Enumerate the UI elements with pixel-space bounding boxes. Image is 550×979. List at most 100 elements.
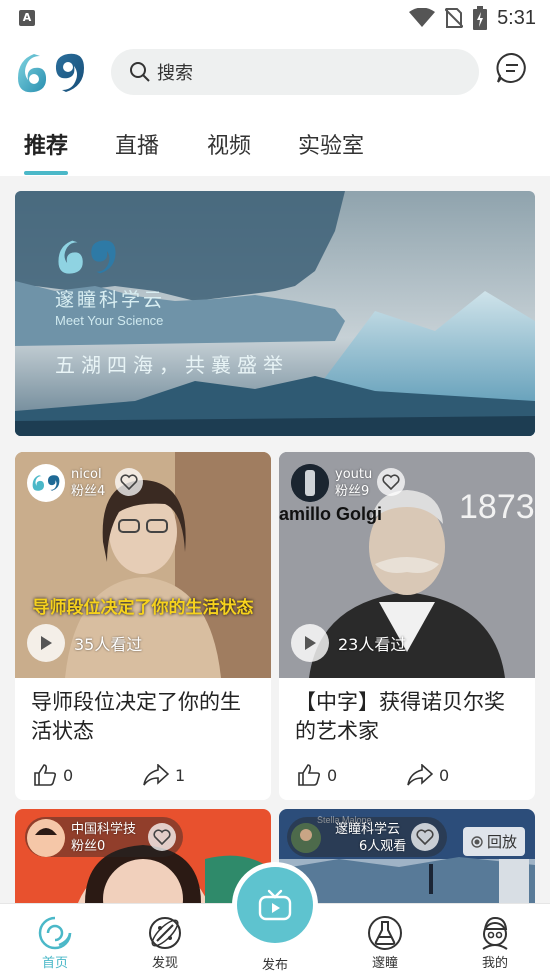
banner-logo — [58, 240, 116, 274]
banner-slogan: 五湖四海，共襄盛举 — [55, 353, 289, 377]
author-info[interactable]: nicol 粉丝4 — [27, 462, 105, 504]
play-icon — [305, 636, 316, 650]
heart-icon — [120, 474, 138, 490]
author-name: nicol — [71, 467, 102, 482]
message-icon[interactable] — [496, 52, 528, 84]
author-info[interactable]: 中国科学技 粉丝0 — [27, 817, 136, 859]
clock: 5:31 — [497, 6, 536, 29]
author-fans: 粉丝9 — [335, 484, 370, 499]
heart-icon — [382, 474, 400, 490]
tab-recommend[interactable]: 推荐 — [24, 128, 68, 160]
view-count: 23人看过 — [291, 624, 406, 662]
banner-subtitle: Meet Your Science — [55, 313, 164, 328]
tab-lab[interactable]: 实验室 — [298, 128, 364, 160]
favorite-button[interactable] — [377, 468, 405, 496]
play-icon — [41, 636, 52, 650]
author-name: 邃瞳科学云 — [335, 822, 401, 837]
heart-icon — [153, 829, 171, 845]
search-placeholder: 搜索 — [157, 63, 193, 84]
view-count: 35人看过 — [27, 624, 142, 662]
video-card[interactable]: 中国科学技 粉丝0 — [15, 809, 271, 903]
video-thumbnail[interactable]: 1873 amillo Golgi youtu 粉丝9 23人看过 — [279, 452, 535, 678]
video-thumbnail[interactable]: 中国科学技 粉丝0 — [15, 809, 271, 903]
nav-suitong[interactable]: 邃瞳 — [345, 914, 425, 971]
nav-home[interactable]: 首页 — [15, 914, 95, 971]
flask-icon — [368, 916, 402, 950]
avatar[interactable] — [291, 464, 329, 502]
thumbs-up-icon — [298, 764, 321, 786]
video-caption-overlay: 导师段位决定了你的生活状态 — [32, 598, 254, 618]
avatar[interactable] — [27, 464, 65, 502]
avatar[interactable] — [27, 819, 65, 857]
author-info[interactable]: 邃瞳科学云 6人观看 — [291, 817, 406, 859]
tab-video[interactable]: 视频 — [207, 128, 251, 160]
like-button[interactable]: 0 — [33, 764, 143, 786]
favorite-button[interactable] — [148, 823, 176, 851]
nav-suitong-label: 邃瞳 — [371, 956, 398, 971]
video-title[interactable]: 【中字】获得诺贝尔奖的艺术家 — [279, 678, 535, 752]
tv-icon — [258, 889, 292, 921]
banner-carousel[interactable]: 邃瞳科学云 Meet Your Science 五湖四海，共襄盛举 — [15, 191, 535, 436]
share-count: 1 — [175, 765, 186, 785]
share-button[interactable]: 0 — [407, 764, 517, 786]
active-tab-indicator — [24, 171, 68, 175]
replay-badge: 回放 — [462, 827, 525, 856]
nav-profile[interactable]: 我的 — [455, 914, 535, 971]
author-name: 中国科学技 — [71, 822, 137, 837]
heart-icon — [416, 829, 434, 845]
like-count: 0 — [63, 765, 74, 785]
nav-profile-label: 我的 — [481, 956, 508, 971]
publish-button[interactable] — [237, 867, 313, 943]
share-count: 0 — [439, 765, 450, 785]
play-button[interactable] — [27, 624, 65, 662]
profile-icon — [482, 916, 508, 950]
video-thumbnail[interactable]: Stella Malone 邃瞳科学云 6人观看 回放 — [279, 809, 535, 903]
like-count: 0 — [327, 765, 338, 785]
discover-icon — [149, 917, 181, 949]
play-button[interactable] — [291, 624, 329, 662]
nav-home-label: 首页 — [41, 956, 68, 971]
share-icon — [407, 764, 433, 786]
share-button[interactable]: 1 — [143, 764, 253, 786]
app-header: 搜索 推荐 直播 视频 实验室 — [0, 38, 550, 176]
view-count-text: 35人看过 — [74, 635, 143, 654]
image-text-year: 1873 — [459, 488, 535, 526]
nav-publish-label: 发布 — [261, 958, 288, 973]
replay-label: 回放 — [486, 833, 517, 851]
video-card[interactable]: 1873 amillo Golgi youtu 粉丝9 23人看过 【中字】获得… — [279, 452, 535, 800]
share-icon — [143, 764, 169, 786]
author-fans: 粉丝4 — [71, 484, 106, 499]
record-icon — [471, 835, 483, 848]
wifi-icon — [409, 8, 436, 27]
app-logo[interactable] — [14, 50, 88, 96]
video-stats: 0 1 — [15, 752, 271, 798]
favorite-button[interactable] — [411, 823, 439, 851]
video-card[interactable]: Stella Malone 邃瞳科学云 6人观看 回放 — [279, 809, 535, 903]
notification-icon: A — [19, 10, 35, 26]
no-sim-icon — [445, 8, 464, 28]
battery-icon — [473, 6, 488, 30]
video-thumbnail[interactable]: 导师段位决定了你的生活状态 nicol 粉丝4 35人看过 — [15, 452, 271, 678]
like-button[interactable]: 0 — [297, 764, 407, 786]
search-bar[interactable]: 搜索 — [111, 49, 479, 95]
tab-live[interactable]: 直播 — [115, 128, 159, 160]
status-bar: A 5:31 — [0, 0, 550, 38]
view-count-text: 23人看过 — [338, 635, 407, 654]
avatar[interactable] — [291, 823, 321, 853]
search-icon — [130, 62, 150, 82]
banner-title: 邃瞳科学云 — [55, 289, 166, 311]
author-fans: 粉丝0 — [71, 839, 106, 854]
category-tabs: 推荐 直播 视频 实验室 — [0, 124, 550, 176]
favorite-button[interactable] — [115, 468, 143, 496]
video-title[interactable]: 导师段位决定了你的生活状态 — [15, 678, 271, 752]
home-icon — [38, 916, 72, 950]
image-text-name: amillo Golgi — [279, 504, 383, 524]
author-info[interactable]: youtu 粉丝9 — [291, 462, 372, 504]
video-stats: 0 0 — [279, 752, 535, 798]
nav-discover[interactable]: 发现 — [125, 914, 205, 971]
nav-discover-label: 发现 — [151, 956, 178, 971]
live-viewers: 6人观看 — [359, 839, 407, 854]
thumbs-up-icon — [34, 764, 57, 786]
video-card[interactable]: 导师段位决定了你的生活状态 nicol 粉丝4 35人看过 导师段位决定了你的生… — [15, 452, 271, 800]
author-name: youtu — [335, 467, 373, 482]
